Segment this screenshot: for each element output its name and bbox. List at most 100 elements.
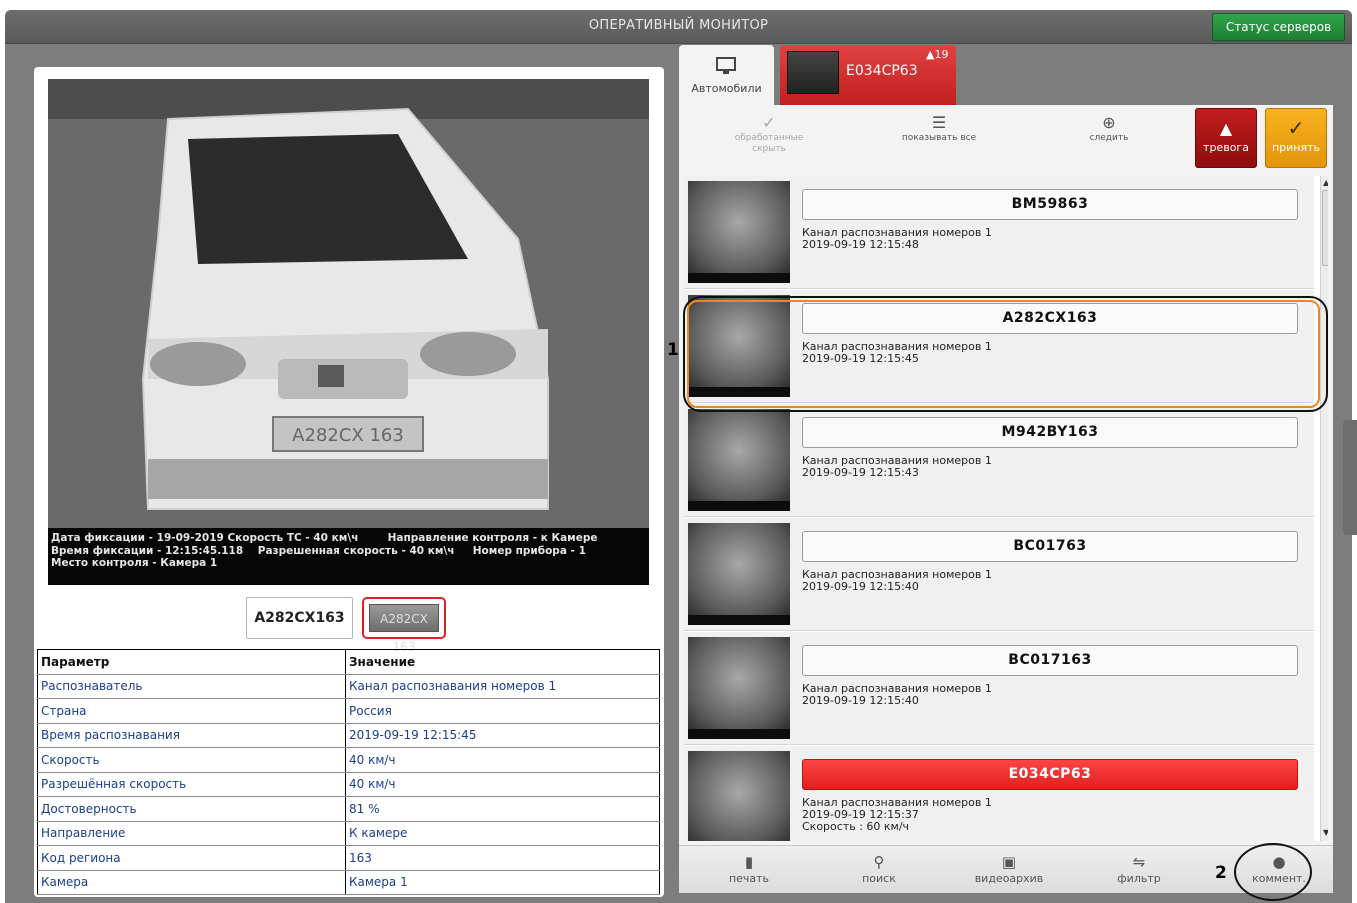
vehicle-photo: A282CX 163 Дата фиксации - 19-09-2019 Ск…	[48, 79, 649, 585]
plate-crop-text: A282CX 163	[369, 604, 439, 654]
param-name: Распознаватель	[37, 674, 346, 699]
accept-button-label: принять	[1271, 141, 1321, 154]
table-header-row: Параметр Значение	[37, 649, 660, 675]
event-row[interactable]: BC017163 Канал распознавания номеров 1 2…	[684, 632, 1314, 745]
table-row: Камера Камера 1	[37, 870, 660, 895]
param-value: К камере	[345, 821, 660, 846]
param-name: Камера	[37, 870, 346, 895]
server-status-button[interactable]: Статус серверов	[1212, 13, 1345, 41]
event-plate: BC017163	[802, 645, 1298, 676]
scrollbar[interactable]	[1320, 176, 1328, 841]
search-icon: ⚲	[873, 853, 885, 871]
hide-processed-button[interactable]: ✓ обработанные скрыть	[719, 113, 819, 155]
param-name: Разрешённая скорость	[37, 772, 346, 797]
param-name: Код региона	[37, 845, 346, 871]
scroll-up-icon[interactable]: ▲	[1323, 178, 1328, 187]
track-button[interactable]: ⊕ следить	[1069, 113, 1149, 144]
event-row-alarm[interactable]: E034CP63 Канал распознавания номеров 1 2…	[684, 746, 1314, 841]
print-button[interactable]: ▮ печать	[709, 852, 789, 885]
event-plate: M942BY163	[802, 417, 1298, 448]
alarm-count: ▲19	[926, 48, 948, 61]
events-list: BM59863 Канал распознавания номеров 1 20…	[684, 176, 1328, 841]
event-plate: BM59863	[802, 189, 1298, 220]
event-details-panel: A282CX 163 Дата фиксации - 19-09-2019 Ск…	[34, 67, 664, 897]
event-row[interactable]: BC01763 Канал распознавания номеров 1 20…	[684, 518, 1314, 631]
param-value: 2019-09-19 12:15:45	[345, 723, 660, 748]
recognized-plate-text: A282CX163	[246, 597, 353, 639]
filter-button[interactable]: ⇋ фильтр	[1099, 852, 1179, 885]
event-row[interactable]: M942BY163 Канал распознавания номеров 1 …	[684, 404, 1314, 517]
search-button[interactable]: ⚲ поиск	[839, 852, 919, 885]
table-row: Направление К камере	[37, 821, 660, 846]
track-label: следить	[1089, 133, 1129, 143]
caption-line-3: Место контроля - Камера 1	[51, 557, 218, 569]
filter-label: фильтр	[1117, 872, 1161, 885]
caption-line-2: Время фиксации - 12:15:45.118 Разрешенна…	[51, 544, 586, 557]
event-time: 2019-09-19 12:15:40	[802, 694, 919, 707]
print-label: печать	[728, 872, 770, 885]
alarm-button[interactable]: ▲ тревога	[1195, 108, 1257, 168]
search-label: поиск	[862, 872, 896, 885]
tab-alarm-event[interactable]: E034CP63 ▲19	[780, 45, 956, 105]
param-value: 81 %	[345, 796, 660, 822]
param-value: Россия	[345, 698, 660, 724]
event-row[interactable]: BM59863 Канал распознавания номеров 1 20…	[684, 176, 1314, 289]
event-info: Канал распознавания номеров 1 2019-09-19…	[802, 569, 992, 593]
photo-caption: Дата фиксации - 19-09-2019 Скорость ТС -…	[48, 528, 649, 585]
target-icon: ⊕	[1102, 113, 1116, 132]
param-name: Направление	[37, 821, 346, 846]
scroll-down-icon[interactable]: ▼	[1323, 828, 1328, 837]
plate-crop-image[interactable]: A282CX 163	[362, 597, 446, 654]
table-row: Разрешённая скорость 40 км/ч	[37, 772, 660, 797]
event-time: 2019-09-19 12:15:43	[802, 466, 919, 479]
event-thumbnail	[688, 523, 790, 625]
column-header-parameter: Параметр	[37, 649, 346, 675]
car-illustration: A282CX 163	[48, 79, 649, 585]
film-icon: ▣	[1001, 853, 1017, 871]
bell-icon: ▲	[1219, 119, 1233, 138]
alarm-count-value: 19	[934, 48, 949, 61]
tab-alarm-label: E034CP63	[846, 63, 918, 79]
hide-processed-label: обработанные скрыть	[734, 133, 804, 154]
param-name: Время распознавания	[37, 723, 346, 748]
table-row: Достоверность 81 %	[37, 796, 660, 822]
event-thumbnail	[688, 181, 790, 283]
callout-highlight-2	[1234, 843, 1312, 901]
tab-cars-label: Автомобили	[691, 82, 762, 95]
alarm-thumbnail	[787, 51, 839, 94]
events-toolbar: ✓ обработанные скрыть ☰ показывать все ⊕…	[679, 105, 1333, 169]
checkmark-icon: ✓	[1287, 116, 1305, 140]
event-thumbnail	[688, 409, 790, 511]
event-time: 2019-09-19 12:15:48	[802, 238, 919, 251]
callout-label-2: 2	[1215, 863, 1227, 883]
param-name: Скорость	[37, 747, 346, 773]
selection-outline	[687, 300, 1320, 408]
table-row: Код региона 163	[37, 845, 660, 871]
scrollbar-thumb[interactable]	[1322, 190, 1328, 266]
window-title: ОПЕРАТИВНЫЙ МОНИТОР	[588, 18, 769, 33]
event-info: Канал распознавания номеров 1 2019-09-19…	[802, 227, 992, 251]
table-row: Скорость 40 км/ч	[37, 747, 660, 773]
table-row: Распознаватель Канал распознавания номеро…	[37, 674, 660, 699]
monitor-icon	[716, 57, 736, 74]
video-archive-button[interactable]: ▣ видеоархив	[969, 852, 1049, 885]
column-header-value: Значение	[345, 649, 660, 675]
side-handle[interactable]	[1343, 420, 1357, 535]
show-all-button[interactable]: ☰ показывать все	[884, 113, 994, 144]
event-thumbnail	[688, 751, 790, 841]
tab-cars[interactable]: Автомобили	[679, 45, 774, 105]
callout-label-1: 1	[667, 340, 679, 360]
accept-button[interactable]: ✓ принять	[1265, 108, 1327, 168]
show-all-label: показывать все	[901, 133, 977, 143]
title-bar: ОПЕРАТИВНЫЙ МОНИТОР Статус серверов	[5, 10, 1352, 44]
param-name: Страна	[37, 698, 346, 724]
alarm-button-label: тревога	[1203, 141, 1249, 154]
param-value: Канал распознавания номеров 1	[345, 674, 660, 699]
event-info: Канал распознавания номеров 1 2019-09-19…	[802, 797, 992, 833]
table-row: Время распознавания 2019-09-19 12:15:45	[37, 723, 660, 748]
caption-line-1: Дата фиксации - 19-09-2019 Скорость ТС -…	[51, 532, 598, 544]
param-value: 163	[345, 845, 660, 871]
event-time: 2019-09-19 12:15:40	[802, 580, 919, 593]
param-value: 40 км/ч	[345, 772, 660, 797]
table-row: Страна Россия	[37, 698, 660, 724]
